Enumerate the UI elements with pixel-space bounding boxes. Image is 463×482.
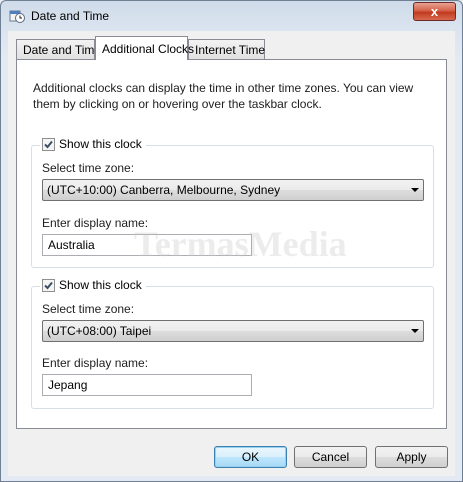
display-name-2-input[interactable]: Jepang bbox=[42, 374, 252, 396]
clock-group-1: Show this clock Select time zone: (UTC+1… bbox=[31, 137, 434, 268]
cancel-button[interactable]: Cancel bbox=[294, 446, 367, 468]
tab-date-and-time[interactable]: Date and Time bbox=[16, 39, 101, 59]
display-name-1-value: Australia bbox=[48, 238, 95, 252]
ok-button[interactable]: OK bbox=[214, 446, 287, 468]
clock-group-2: Show this clock Select time zone: (UTC+0… bbox=[31, 278, 434, 409]
additional-clocks-panel: Additional clocks can display the time i… bbox=[16, 59, 447, 429]
show-clock-2-label: Show this clock bbox=[59, 278, 142, 292]
tab-label: Internet Time bbox=[195, 43, 266, 57]
apply-label: Apply bbox=[396, 450, 427, 464]
close-icon: x bbox=[430, 4, 439, 19]
title-bar[interactable]: Date and Time x bbox=[1, 1, 462, 31]
apply-button[interactable]: Apply bbox=[375, 446, 448, 468]
checkmark-icon bbox=[44, 140, 53, 148]
intro-text: Additional clocks can display the time i… bbox=[33, 81, 414, 111]
tab-label: Date and Time bbox=[23, 43, 102, 57]
show-clock-1-label: Show this clock bbox=[59, 137, 142, 151]
tab-internet-time[interactable]: Internet Time bbox=[188, 39, 265, 59]
timezone-2-value: (UTC+08:00) Taipei bbox=[47, 324, 152, 338]
show-clock-1-row[interactable]: Show this clock bbox=[40, 137, 146, 151]
display-name-2-label: Enter display name: bbox=[42, 356, 149, 370]
timezone-2-select[interactable]: (UTC+08:00) Taipei bbox=[42, 320, 424, 342]
show-clock-1-checkbox[interactable] bbox=[42, 137, 55, 151]
chevron-down-icon bbox=[411, 188, 419, 192]
select-timezone-2-label: Select time zone: bbox=[42, 302, 135, 316]
tab-additional-clocks[interactable]: Additional Clocks bbox=[95, 36, 194, 60]
clock-calendar-icon bbox=[9, 8, 25, 24]
ok-label: OK bbox=[241, 450, 260, 464]
chevron-down-icon bbox=[411, 329, 419, 333]
show-clock-2-row[interactable]: Show this clock bbox=[40, 278, 146, 292]
timezone-1-value: (UTC+10:00) Canberra, Melbourne, Sydney bbox=[47, 183, 281, 197]
select-timezone-1-label: Select time zone: bbox=[42, 161, 135, 175]
tab-label: Additional Clocks bbox=[102, 42, 195, 56]
close-button[interactable]: x bbox=[413, 2, 456, 21]
timezone-1-select[interactable]: (UTC+10:00) Canberra, Melbourne, Sydney bbox=[42, 179, 424, 201]
cancel-label: Cancel bbox=[311, 450, 350, 464]
display-name-2-value: Jepang bbox=[48, 378, 88, 392]
show-clock-2-checkbox[interactable] bbox=[42, 278, 55, 292]
display-name-1-label: Enter display name: bbox=[42, 216, 149, 230]
display-name-1-input[interactable]: Australia bbox=[42, 234, 252, 256]
date-and-time-dialog: Date and Time x Date and Time Additional… bbox=[0, 0, 463, 482]
checkmark-icon bbox=[44, 281, 53, 289]
window-title: Date and Time bbox=[31, 9, 110, 23]
dialog-client-area: Date and Time Additional Clocks Internet… bbox=[8, 31, 455, 476]
